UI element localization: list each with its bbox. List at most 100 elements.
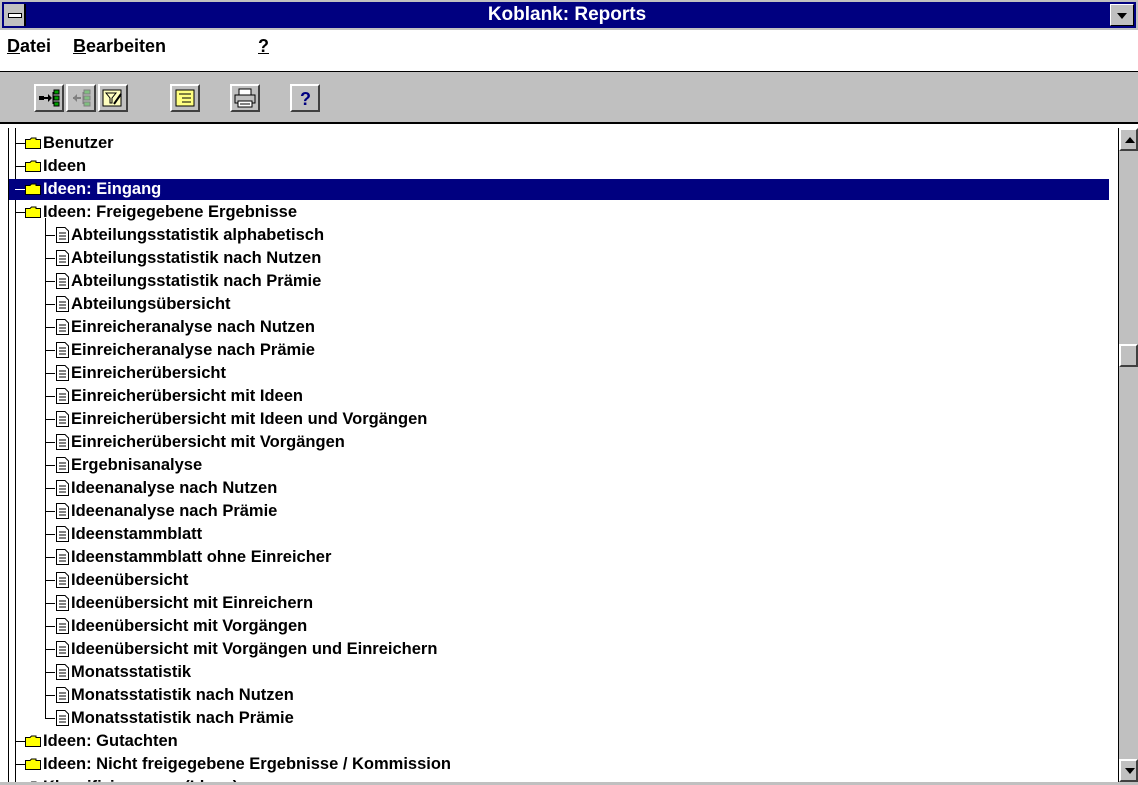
tree-report-item[interactable]: Ideenanalyse nach Prämie — [9, 500, 909, 523]
menu-bearbeiten-accel: B — [73, 36, 86, 56]
tree-connector — [15, 764, 25, 765]
scroll-thumb[interactable] — [1119, 344, 1138, 367]
tree-report-item[interactable]: Ideenübersicht mit Vorgängen und Einreic… — [9, 638, 909, 661]
report-document-icon — [56, 572, 69, 588]
scroll-up-button[interactable] — [1119, 128, 1138, 151]
menu-help[interactable]: ? — [258, 36, 269, 57]
tree-report-item[interactable]: Monatsstatistik nach Nutzen — [9, 684, 909, 707]
tree-report-item[interactable]: Ideenübersicht mit Vorgängen — [9, 615, 909, 638]
tree-connector — [45, 419, 55, 420]
filter-button[interactable] — [98, 84, 128, 112]
tree-report-item[interactable]: Einreicheranalyse nach Nutzen — [9, 316, 909, 339]
tree-report-item[interactable]: Abteilungsübersicht — [9, 293, 909, 316]
tree-report-item[interactable]: Ideenübersicht — [9, 569, 909, 592]
tree-report-label: Einreicherübersicht mit Ideen und Vorgän… — [71, 410, 428, 428]
tree-report-label: Abteilungsstatistik nach Prämie — [71, 272, 322, 290]
list-view-button[interactable] — [170, 84, 200, 112]
menu-bar: Datei Bearbeiten ? — [0, 30, 1138, 72]
menu-datei[interactable]: Datei — [7, 36, 51, 57]
tree-report-item[interactable]: Ideenübersicht mit Einreichern — [9, 592, 909, 615]
print-button[interactable] — [230, 84, 260, 112]
tree-report-label: Monatsstatistik nach Prämie — [71, 709, 294, 727]
title-bar[interactable]: Koblank: Reports — [0, 0, 1138, 30]
tree-report-item[interactable]: Monatsstatistik nach Prämie — [9, 707, 909, 730]
report-tree[interactable]: Benutzer Ideen Ideen: Eingang Ideen: Freige… — [8, 128, 1119, 782]
tree-report-item[interactable]: Ideenanalyse nach Nutzen — [9, 477, 909, 500]
tree-folder-item[interactable]: Ideen: Eingang — [9, 178, 1109, 201]
tree-folder-item[interactable]: Benutzer — [9, 132, 1109, 155]
tree-connector — [45, 672, 55, 673]
tree-report-label: Monatsstatistik nach Nutzen — [71, 686, 294, 704]
maximize-button[interactable] — [1110, 4, 1134, 26]
tree-report-item[interactable]: Abteilungsstatistik alphabetisch — [9, 224, 909, 247]
tree-connector — [45, 258, 55, 259]
report-document-icon — [56, 618, 69, 634]
tree-connector — [45, 304, 55, 305]
arrow-up-icon — [1125, 137, 1135, 143]
tree-connector — [45, 511, 55, 512]
tree-report-label: Ideenstammblatt ohne Einreicher — [71, 548, 332, 566]
tree-report-item[interactable]: Abteilungsstatistik nach Prämie — [9, 270, 909, 293]
report-document-icon — [56, 250, 69, 266]
toolbar: ? — [0, 72, 1138, 124]
tree-report-label: Einreicherübersicht — [71, 364, 226, 382]
tree-report-item[interactable]: Ergebnisanalyse — [9, 454, 909, 477]
tree-folder-label: Ideen — [43, 157, 87, 175]
report-document-icon — [56, 526, 69, 542]
tree-report-label: Einreicheranalyse nach Prämie — [71, 341, 315, 359]
tree-report-item[interactable]: Monatsstatistik — [9, 661, 909, 684]
tree-report-label: Ideenübersicht mit Einreichern — [71, 594, 314, 612]
tree-folder-item[interactable]: Ideen: Nicht freigegebene Ergebnisse / K… — [9, 753, 1109, 776]
tree-report-item[interactable]: Ideenstammblatt ohne Einreicher — [9, 546, 909, 569]
folder-icon — [25, 183, 41, 195]
tree-report-item[interactable]: Einreicherübersicht mit Ideen — [9, 385, 909, 408]
tree-report-label: Abteilungsstatistik nach Nutzen — [71, 249, 322, 267]
tree-report-item[interactable]: Abteilungsstatistik nach Nutzen — [9, 247, 909, 270]
tree-folder-label: Ideen: Freigegebene Ergebnisse — [43, 203, 297, 221]
tree-report-label: Ergebnisanalyse — [71, 456, 203, 474]
report-document-icon — [56, 434, 69, 450]
system-menu-button[interactable] — [4, 4, 26, 26]
tree-connector — [45, 626, 55, 627]
tree-report-label: Einreicherübersicht mit Ideen — [71, 387, 303, 405]
tree-connector — [15, 189, 25, 190]
report-document-icon — [56, 319, 69, 335]
tree-report-item[interactable]: Einreicherübersicht — [9, 362, 909, 385]
vertical-scrollbar[interactable] — [1118, 128, 1138, 782]
report-document-icon — [56, 273, 69, 289]
tree-connector — [45, 649, 55, 650]
tree-report-label: Monatsstatistik — [71, 663, 192, 681]
tree-connector — [45, 534, 55, 535]
filter-icon — [102, 89, 122, 107]
tree-connector — [45, 281, 55, 282]
tree-report-label: Abteilungsstatistik alphabetisch — [71, 226, 325, 244]
collapse-tree-button[interactable] — [66, 84, 96, 112]
tree-report-label: Ideenübersicht mit Vorgängen und Einreic… — [71, 640, 438, 658]
report-document-icon — [56, 641, 69, 657]
tree-connector — [45, 603, 55, 604]
tree-report-label: Einreicheranalyse nach Nutzen — [71, 318, 315, 336]
tree-report-item[interactable]: Einreicherübersicht mit Vorgängen — [9, 431, 909, 454]
tree-folder-item[interactable]: Ideen: Gutachten — [9, 730, 1109, 753]
tree-connector — [15, 166, 25, 167]
report-document-icon — [56, 227, 69, 243]
menu-bearbeiten[interactable]: Bearbeiten — [73, 36, 166, 57]
menu-help-accel: ? — [258, 36, 269, 56]
tree-folder-label: Ideen: Gutachten — [43, 732, 178, 750]
expand-tree-button[interactable] — [34, 84, 64, 112]
tree-report-item[interactable]: Ideenstammblatt — [9, 523, 909, 546]
selection-highlight — [9, 179, 1109, 200]
tree-connector — [45, 235, 55, 236]
tree-report-item[interactable]: Einreicheranalyse nach Prämie — [9, 339, 909, 362]
tree-connector — [45, 465, 55, 466]
scroll-down-button[interactable] — [1119, 759, 1138, 782]
menu-datei-label: atei — [20, 36, 52, 56]
tree-folder-item[interactable]: Ideen — [9, 155, 1109, 178]
tree-report-item[interactable]: Einreicherübersicht mit Ideen und Vorgän… — [9, 408, 909, 431]
help-button[interactable]: ? — [290, 84, 320, 112]
tree-report-label: Ideenanalyse nach Prämie — [71, 502, 278, 520]
help-icon: ? — [300, 89, 311, 108]
tree-connector — [15, 212, 25, 213]
tree-folder-item[interactable]: Ideen: Freigegebene Ergebnisse — [9, 201, 1109, 224]
tree-connector — [15, 741, 25, 742]
